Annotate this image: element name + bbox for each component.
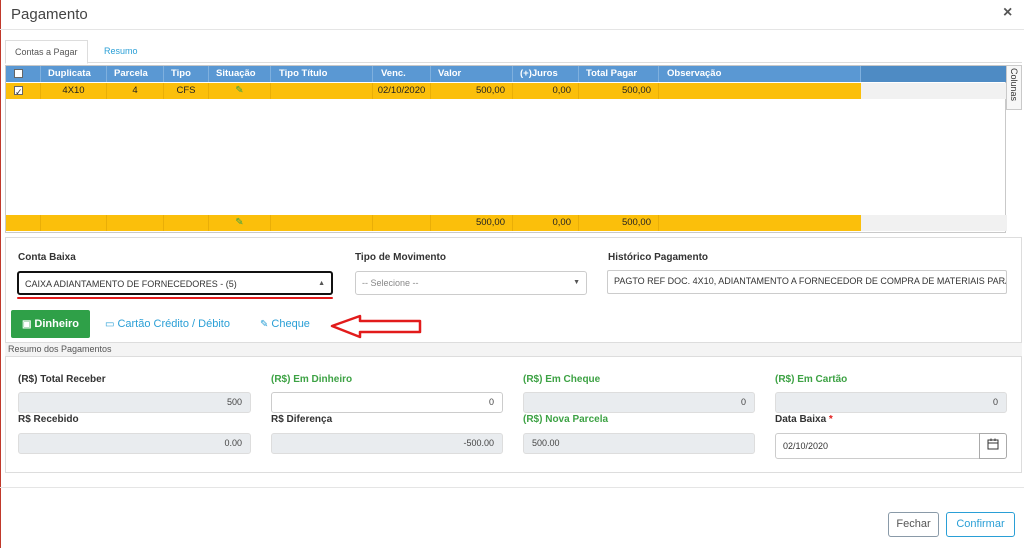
cell-situacao: ✎ [209,83,271,99]
select-all-cell [6,66,41,82]
required-marker: * [828,414,833,425]
totals-empty-cell [6,215,41,231]
totals-row: ✎ 500,00 0,00 500,00 [6,215,861,231]
edit-icon: ✎ [260,319,269,330]
recebido-field: 0.00 [18,433,251,454]
historico-label: Histórico Pagamento [608,252,709,263]
grid-header-filler [861,66,1007,82]
totals-empty-cell [659,215,861,231]
nova-parcela-field: 500.00 [523,433,755,454]
confirmar-button[interactable]: Confirmar [946,512,1015,537]
columns-toggle-label: Colunas [1009,68,1019,102]
col-duplicata[interactable]: Duplicata [41,66,107,82]
col-valor[interactable]: Valor [431,66,513,82]
table-row[interactable]: 4X10 4 CFS ✎ 02/10/2020 500,00 0,00 500,… [6,83,861,100]
tab-contas-a-pagar[interactable]: Contas a Pagar [5,40,88,64]
cell-parcela: 4 [107,83,164,99]
tab-dinheiro-label: Dinheiro [34,318,80,330]
caret-down-icon: ▼ [573,279,580,286]
col-tipo[interactable]: Tipo [164,66,209,82]
conta-baixa-label: Conta Baixa [18,252,76,263]
tab-dinheiro[interactable]: ▣ Dinheiro [11,310,90,338]
columns-toggle-button[interactable]: Colunas [1006,65,1022,110]
totals-empty-cell [164,215,209,231]
total-receber-label: (R$) Total Receber [18,374,106,385]
conta-baixa-value: CAIXA ADIANTAMENTO DE FORNECEDORES - (5) [25,279,237,289]
calendar-icon[interactable] [979,433,1007,459]
cash-icon: ▣ [21,319,32,330]
caret-up-icon: ▲ [318,280,325,287]
red-arrow-annotation [330,314,422,339]
em-cheque-field: 0 [523,392,755,413]
cell-juros: 0,00 [513,83,579,99]
tab-resumo[interactable]: Resumo [95,40,147,63]
recebido-label: R$ Recebido [18,414,79,425]
window-edge [0,0,1,548]
data-baixa-input[interactable]: 02/10/2020 [775,433,980,459]
pencil-icon[interactable]: ✎ [235,85,243,96]
credit-card-icon: ▭ [105,319,115,330]
modal-header: Pagamento × [0,0,1024,30]
em-cartao-field: 0 [775,392,1007,413]
totals-filler [861,215,1007,231]
totals-empty-cell [41,215,107,231]
cell-venc: 02/10/2020 [373,83,431,99]
em-dinheiro-label: (R$) Em Dinheiro [271,374,353,385]
cell-tipo: CFS [164,83,209,99]
payables-grid: Duplicata Parcela Tipo Situação Tipo Tít… [5,65,1007,233]
totals-situacao: ✎ [209,215,271,231]
historico-textarea[interactable]: PAGTO REF DOC. 4X10, ADIANTAMENTO A FORN… [607,270,1007,294]
totals-empty-cell [107,215,164,231]
col-observacao[interactable]: Observação [659,66,861,82]
col-total-pagar[interactable]: Total Pagar [579,66,659,82]
row-select-cell [6,83,41,100]
totals-empty-cell [373,215,431,231]
totals-juros: 0,00 [513,215,579,231]
data-baixa-label-text: Data Baixa [775,414,827,425]
diferenca-label: R$ Diferença [271,414,333,425]
cell-tipo-titulo [271,83,373,99]
row-checkbox[interactable] [14,84,23,100]
data-baixa-label: Data Baixa * [775,414,833,425]
tab-cheque[interactable]: ✎ Cheque [260,310,310,338]
cell-valor: 500,00 [431,83,513,99]
conta-baixa-select[interactable]: CAIXA ADIANTAMENTO DE FORNECEDORES - (5)… [17,271,333,295]
grid-header: Duplicata Parcela Tipo Situação Tipo Tít… [6,66,1007,82]
tab-cartao[interactable]: ▭ Cartão Crédito / Débito [105,310,230,338]
tipo-movimento-select[interactable]: -- Selecione -- ▼ [355,271,587,295]
cell-total-pagar: 500,00 [579,83,659,99]
col-juros[interactable]: (+)Juros [513,66,579,82]
highlight-underline [17,297,333,299]
totals-total-pagar: 500,00 [579,215,659,231]
totals-valor: 500,00 [431,215,513,231]
calendar-glyph [987,438,999,450]
pencil-icon: ✎ [235,217,244,228]
footer-divider [0,487,1024,488]
close-icon[interactable]: × [1003,4,1012,22]
tab-cheque-label: Cheque [271,318,310,330]
col-tipo-titulo[interactable]: Tipo Título [271,66,373,82]
cell-duplicata: 4X10 [41,83,107,99]
col-venc[interactable]: Venc. [373,66,431,82]
totals-empty-cell [271,215,373,231]
tipo-movimento-label: Tipo de Movimento [355,252,446,263]
modal-title: Pagamento [11,6,88,23]
tipo-movimento-value: -- Selecione -- [362,278,419,288]
fechar-button[interactable]: Fechar [888,512,939,537]
tab-bar: Contas a Pagar Resumo [5,40,1022,64]
summary-section-title: Resumo dos Pagamentos [5,342,1022,357]
em-cheque-label: (R$) Em Cheque [523,374,601,385]
col-situacao[interactable]: Situação [209,66,271,82]
em-dinheiro-input[interactable]: 0 [271,392,503,413]
col-parcela[interactable]: Parcela [107,66,164,82]
diferenca-field: -500.00 [271,433,503,454]
total-receber-field: 500 [18,392,251,413]
row-filler [861,83,1007,99]
em-cartao-label: (R$) Em Cartão [775,374,848,385]
tab-cartao-label: Cartão Crédito / Débito [117,318,230,330]
nova-parcela-label: (R$) Nova Parcela [523,414,609,425]
cell-observacao [659,83,861,99]
select-all-checkbox[interactable] [14,69,23,78]
